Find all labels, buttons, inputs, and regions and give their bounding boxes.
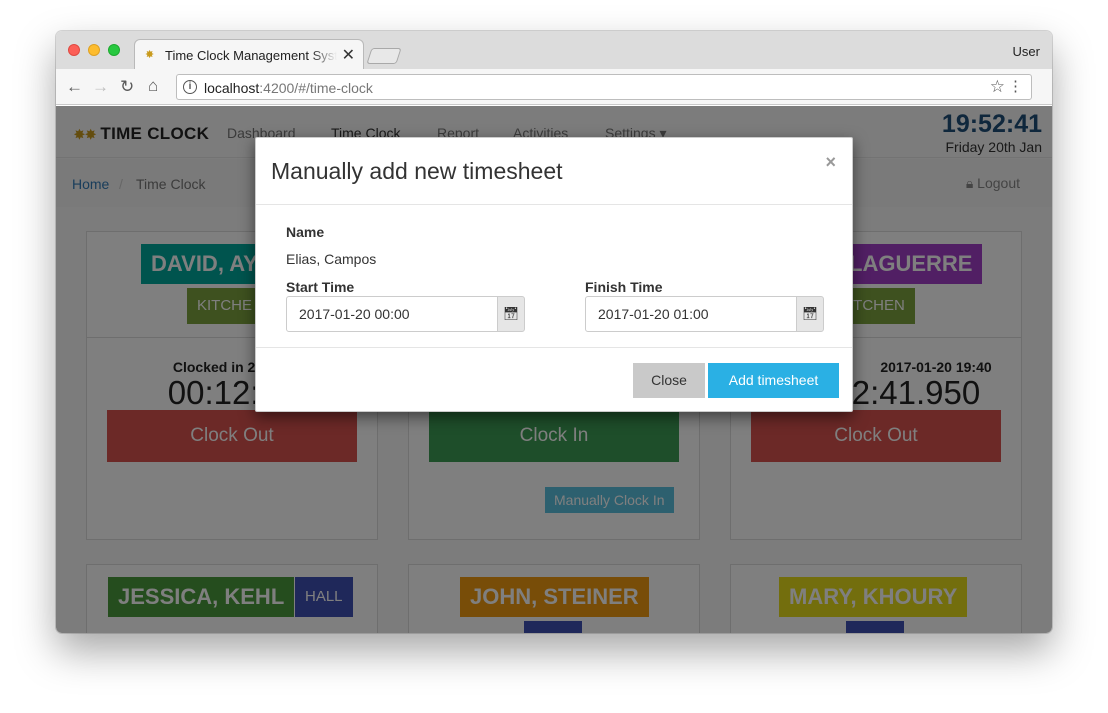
finish-time-input[interactable] xyxy=(585,296,797,332)
modal-title: Manually add new timesheet xyxy=(271,158,563,184)
home-icon[interactable]: ⌂ xyxy=(148,76,158,96)
finish-time-label: Finish Time xyxy=(585,279,663,295)
start-time-label: Start Time xyxy=(286,279,355,295)
calendar-check-icon[interactable]: 📅︎ xyxy=(796,296,824,332)
address-bar[interactable]: i localhost:4200/#/time-clock ☆ ⋮ xyxy=(176,74,1032,100)
info-icon[interactable]: i xyxy=(183,80,197,94)
maximize-window-button[interactable] xyxy=(108,44,120,56)
url-text[interactable]: localhost:4200/#/time-clock xyxy=(204,80,373,96)
name-value: Elias, Campos xyxy=(286,251,377,267)
reload-icon[interactable]: ↻ xyxy=(120,77,134,97)
name-label: Name xyxy=(286,224,325,240)
forward-arrow-icon[interactable]: → xyxy=(92,77,109,97)
add-timesheet-modal: Manually add new timesheet × Name Elias,… xyxy=(255,137,853,412)
favicon-icon: ✸ xyxy=(145,49,155,61)
modal-divider xyxy=(256,204,852,205)
start-time-group: 📅︎ xyxy=(286,296,525,332)
browser-menu-icon[interactable]: ⋮ xyxy=(1008,77,1023,95)
finish-time-group: 📅︎ xyxy=(585,296,824,332)
modal-divider xyxy=(256,347,852,348)
profile-user-label[interactable]: User xyxy=(1013,44,1040,59)
calendar-check-icon[interactable]: 📅︎ xyxy=(497,296,525,332)
browser-window: ✸ Time Clock Management System ✕ User ← … xyxy=(56,31,1052,633)
minimize-window-button[interactable] xyxy=(88,44,100,56)
modal-close-icon[interactable]: × xyxy=(825,152,836,173)
address-toolbar: ← → ↻ ⌂ i localhost:4200/#/time-clock ☆ … xyxy=(56,69,1052,105)
start-time-input[interactable] xyxy=(286,296,498,332)
new-tab-button[interactable] xyxy=(366,48,402,64)
tab-close-icon[interactable]: ✕ xyxy=(342,45,355,65)
tab-bar: ✸ Time Clock Management System ✕ User xyxy=(56,31,1052,69)
browser-tab[interactable]: ✸ Time Clock Management System ✕ xyxy=(134,39,364,69)
tab-title: Time Clock Management System xyxy=(165,48,337,63)
page: ✸✸TIME CLOCK Dashboard Time Clock Report… xyxy=(56,106,1052,633)
bookmark-star-icon[interactable]: ☆ xyxy=(990,77,1005,97)
close-window-button[interactable] xyxy=(68,44,80,56)
close-button[interactable]: Close xyxy=(633,363,705,398)
add-timesheet-button[interactable]: Add timesheet xyxy=(708,363,839,398)
back-arrow-icon[interactable]: ← xyxy=(66,77,83,97)
